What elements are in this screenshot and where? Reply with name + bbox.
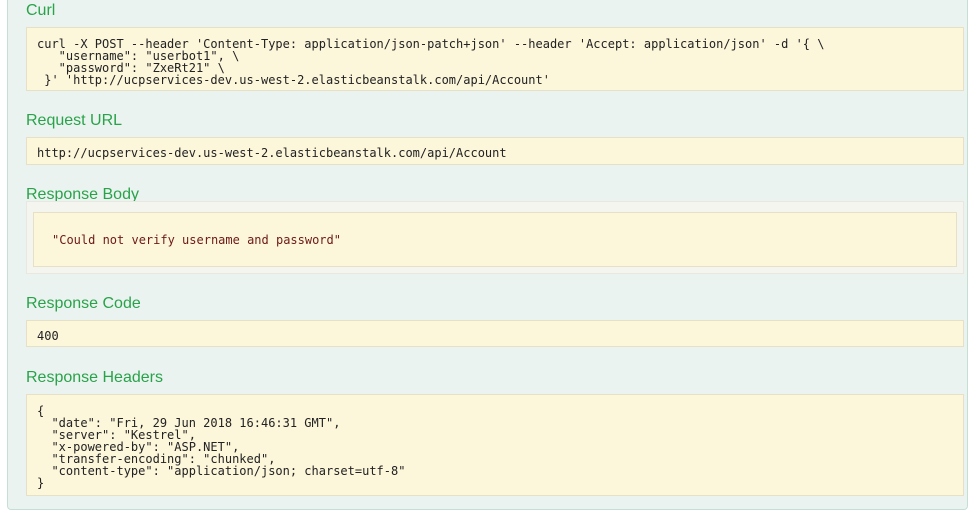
- curl-heading: Curl: [26, 2, 56, 19]
- response-headers-heading: Response Headers: [26, 369, 163, 386]
- response-panel: Curl curl -X POST --header 'Content-Type…: [7, 0, 968, 510]
- curl-command-box[interactable]: curl -X POST --header 'Content-Type: app…: [26, 27, 964, 91]
- response-headers-box[interactable]: { "date": "Fri, 29 Jun 2018 16:46:31 GMT…: [26, 394, 964, 496]
- response-headers-text: { "date": "Fri, 29 Jun 2018 16:46:31 GMT…: [37, 404, 406, 490]
- curl-command-text: curl -X POST --header 'Content-Type: app…: [37, 37, 825, 87]
- response-code-heading: Response Code: [26, 295, 141, 312]
- request-url-heading: Request URL: [26, 112, 123, 129]
- request-url-text: http://ucpservices-dev.us-west-2.elastic…: [37, 146, 507, 160]
- response-code-box[interactable]: 400: [26, 320, 964, 347]
- response-body-wrapper: "Could not verify username and password": [26, 201, 964, 274]
- response-code-text: 400: [37, 329, 59, 343]
- request-url-box[interactable]: http://ucpservices-dev.us-west-2.elastic…: [26, 137, 964, 165]
- response-body-text: "Could not verify username and password": [52, 233, 341, 247]
- response-body-box[interactable]: "Could not verify username and password": [33, 212, 957, 267]
